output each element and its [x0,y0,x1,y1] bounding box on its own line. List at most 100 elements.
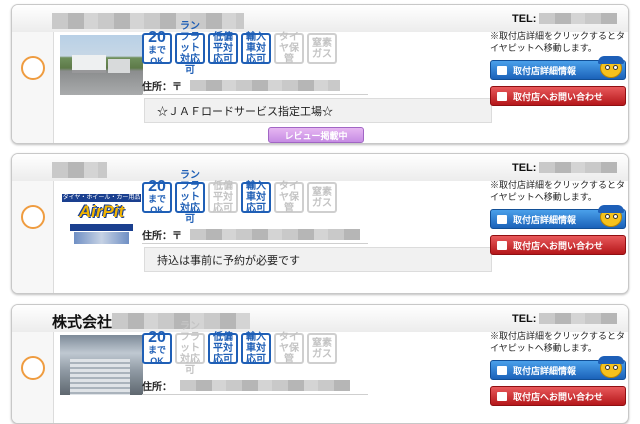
service-badges: 20 までOK ランフラット対応可 低偏平対応可 輸入車対応可 タイヤ保管 窒素ガ… [142,21,337,76]
mascot-cap [598,205,624,213]
badge-import-car: 輸入車対応可 [241,32,271,65]
badge-text: 低偏平対応可 [213,32,233,65]
badge-text: 輸入車対応可 [246,181,266,214]
mail-icon [497,240,507,250]
badge-tire-storage: タイヤ保管 [274,32,304,65]
badge-text: までOK [147,194,166,215]
tel-row: TEL: [512,160,618,175]
contact-button-label: 取付店へお問い合わせ [513,240,604,251]
tel-label: TEL: [512,12,537,25]
contact-button-label: 取付店へお問い合わせ [513,91,604,102]
tel-redacted [539,13,618,24]
shop-card-2: タイヤ・ホイール・カー用品 AirPit 20 までOK ランフラット対応可 低偏… [11,153,629,294]
mascot-eye [605,365,610,370]
tel-redacted [539,313,618,324]
badge-tire-storage: タイヤ保管 [274,332,304,365]
shop-select-radio[interactable] [21,56,45,80]
building-shape [108,59,130,73]
badge-text: までOK [147,45,166,66]
address-label: 住所：〒 [142,231,182,242]
mascot-icon [596,56,626,84]
mascot-cap [598,56,624,64]
shop-name-prefix: 株式会社 [52,313,113,331]
detail-button-label: 取付店詳細情報 [513,214,577,225]
card-select-column [12,32,54,143]
badge-low-profile: 低偏平対応可 [208,332,238,365]
info-icon [497,365,507,375]
tel-label: TEL: [512,312,537,325]
detail-button-label: 取付店詳細情報 [513,65,577,76]
mascot-eye [613,214,618,219]
badge-runflat: ランフラット対応可 [175,170,205,225]
info-icon [497,65,507,75]
address-row: 住所：〒 [142,226,368,244]
review-tab[interactable]: レビュー掲載中 [268,127,364,143]
badge-20inch: 20 までOK [142,29,172,66]
building-shape [72,55,106,73]
address-row: 住所： [142,377,368,395]
detail-button-label: 取付店詳細情報 [513,365,577,376]
logo-tagline: タイヤ・ホイール・カー用品 [62,194,141,202]
shop-note-text: ☆ＪＡＦロードサービス指定工場☆ [157,105,333,118]
shop-photo [60,35,143,95]
badge-text: ランフラット対応可 [180,321,200,376]
tel-row: TEL: [512,311,618,326]
shop-name-redacted [52,13,244,29]
badge-text: 窒素ガス [312,186,332,209]
review-label: レビュー掲載中 [284,130,348,141]
badge-number: 20 [148,29,166,46]
shop-card-1: 20 までOK ランフラット対応可 低偏平対応可 輸入車対応可 タイヤ保管 窒素ガ… [11,4,629,144]
mascot-eye [613,65,618,70]
shop-name-redacted [52,162,107,178]
badge-text: 輸入車対応可 [246,332,266,365]
badge-text: 低偏平対応可 [213,332,233,365]
shop-select-radio[interactable] [21,205,45,229]
card-select-column [12,181,54,293]
badge-runflat: ランフラット対応可 [175,321,205,376]
shop-contact-button[interactable]: 取付店へお問い合わせ [490,386,626,406]
shop-contact-button[interactable]: 取付店へお問い合わせ [490,86,626,106]
badge-text: 窒素ガス [312,337,332,360]
shop-contact-button[interactable]: 取付店へお問い合わせ [490,235,626,255]
shop-logo: タイヤ・ホイール・カー用品 AirPit [60,184,143,244]
badge-import-car: 輸入車対応可 [241,332,271,365]
address-label: 住所： [142,382,172,393]
address-redacted [180,380,350,391]
badge-import-car: 輸入車対応可 [241,181,271,214]
info-icon [497,214,507,224]
badge-text: 輸入車対応可 [246,32,266,65]
badge-text: までOK [147,345,166,366]
badge-number: 20 [148,329,166,346]
badge-nitrogen: 窒素ガス [307,33,337,64]
badge-number: 20 [148,178,166,195]
badge-tire-storage: タイヤ保管 [274,181,304,214]
mail-icon [497,391,507,401]
garage-door-shape [70,359,130,395]
mascot-eye [613,365,618,370]
badge-nitrogen: 窒素ガス [307,333,337,364]
service-badges: 20 までOK ランフラット対応可 低偏平対応可 輸入車対応可 タイヤ保管 窒素ガ… [142,321,337,376]
badge-low-profile: 低偏平対応可 [208,181,238,214]
mail-icon [497,91,507,101]
badge-text: 低偏平対応可 [213,181,233,214]
mascot-eye [605,214,610,219]
tel-redacted [539,162,618,173]
badge-nitrogen: 窒素ガス [307,182,337,213]
shop-photo [60,335,143,395]
mascot-eye [605,65,610,70]
click-note: ※取付店詳細をクリックするとタイヤピットへ移動します。 [490,31,626,53]
tel-row: TEL: [512,11,618,26]
address-row: 住所：〒 [142,77,368,95]
address-redacted [190,80,340,91]
shop-card-3: 株式会社 20 までOK ランフラット対応可 低偏平対応可 輸入車対応可 タイヤ保… [11,304,629,424]
shop-note: 持込は事前に予約が必要です [144,247,492,272]
address-redacted [190,229,360,240]
shop-select-radio[interactable] [21,356,45,380]
badge-text: 窒素ガス [312,37,332,60]
badge-20inch: 20 までOK [142,329,172,366]
contact-button-label: 取付店へお問い合わせ [513,391,604,402]
badge-runflat: ランフラット対応可 [175,21,205,76]
airpit-logo: AirPit [78,202,125,221]
mascot-cap [598,356,624,364]
mascot-icon [596,205,626,233]
